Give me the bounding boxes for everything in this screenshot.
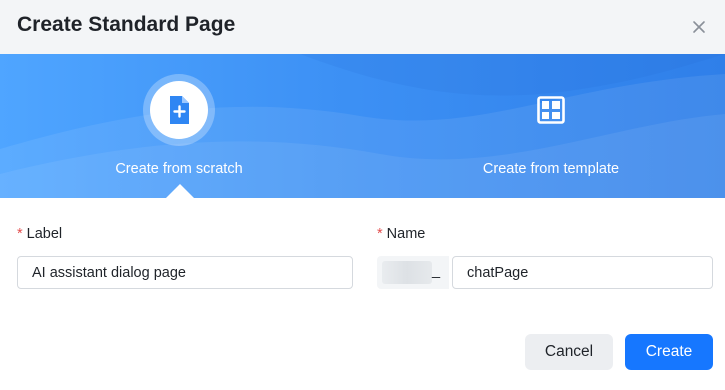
new-file-icon [170,96,189,124]
label-input[interactable] [17,256,353,289]
create-page-dialog: Create Standard Page Create from scratch… [0,0,725,390]
name-prefix-addon: _ [377,256,449,289]
required-mark: * [17,226,23,242]
label-field-label: * Label [17,226,63,242]
name-input[interactable] [452,256,713,289]
selected-option-pointer [166,184,194,198]
layout-template-icon [537,96,565,124]
scratch-icon-ring [143,74,215,146]
name-prefix-separator: _ [432,263,441,279]
creation-mode-banner: Create from scratch Create from template [0,54,725,198]
option-create-from-scratch[interactable]: Create from scratch [0,54,362,198]
option-scratch-label: Create from scratch [115,161,243,177]
create-button[interactable]: Create [625,334,713,370]
option-template-label: Create from template [482,161,620,177]
close-icon[interactable] [687,15,711,39]
option-create-from-template[interactable]: Create from template [362,54,725,198]
name-field-label: * Name [377,226,426,242]
required-mark: * [377,226,383,242]
cancel-button[interactable]: Cancel [525,334,613,370]
blurred-prefix [382,261,432,284]
dialog-title: Create Standard Page [17,13,236,36]
dialog-header: Create Standard Page [0,0,725,54]
